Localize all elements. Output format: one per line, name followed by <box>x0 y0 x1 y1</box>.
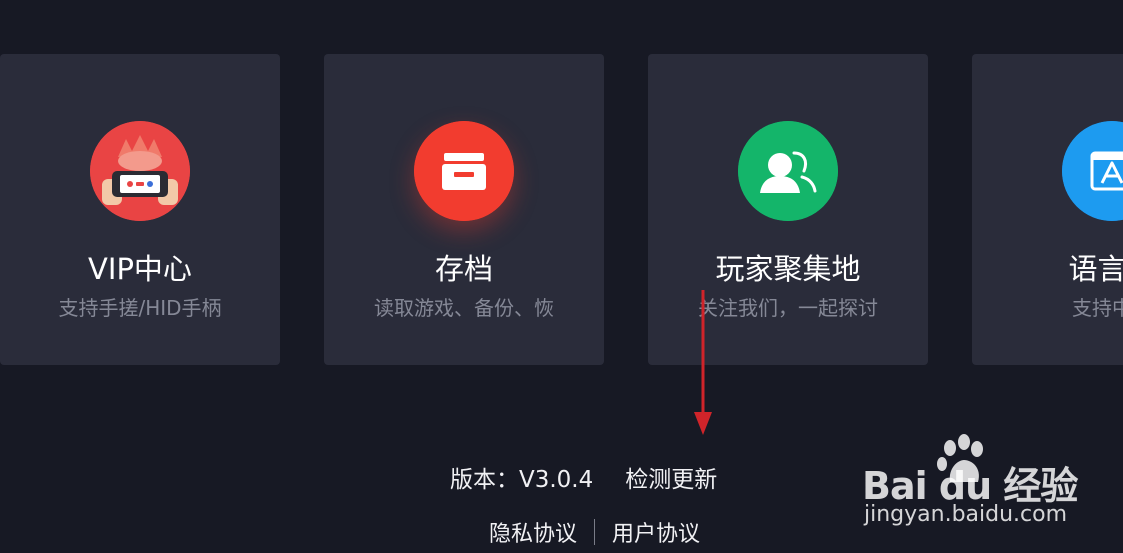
card-vip-center[interactable]: VIP中心 支持手搓/HID手柄 <box>0 54 280 365</box>
version-row: 版本：V3.0.4 检测更新 <box>450 460 717 494</box>
card-subtitle: 支持手搓/HID手柄 <box>58 296 222 320</box>
divider <box>594 519 596 545</box>
privacy-policy-link[interactable]: 隐私协议 <box>489 516 577 548</box>
card-title: 玩家聚集地 <box>715 252 861 286</box>
vip-gamepad-icon <box>90 121 190 221</box>
user-agreement-link[interactable]: 用户协议 <box>612 516 700 548</box>
card-subtitle: 读取游戏、备份、恢 <box>374 296 554 320</box>
baidu-jingyan-watermark: Bai du 经验 jingyan.baidu.com <box>862 432 1078 532</box>
users-icon <box>738 121 838 221</box>
card-player-community[interactable]: 玩家聚集地 关注我们，一起探讨 <box>648 54 928 365</box>
check-update-button[interactable]: 检测更新 <box>625 467 717 493</box>
language-icon <box>1062 121 1123 221</box>
card-save[interactable]: 存档 读取游戏、备份、恢 <box>324 54 604 365</box>
card-language[interactable]: 语言切 支持中、 <box>972 54 1123 365</box>
card-subtitle: 关注我们，一起探讨 <box>698 296 878 320</box>
legal-links: 隐私协议 用户协议 <box>489 516 700 548</box>
archive-box-icon <box>414 121 514 221</box>
card-title: VIP中心 <box>88 252 192 286</box>
card-title: 存档 <box>434 252 493 286</box>
card-subtitle: 支持中、 <box>1072 296 1123 320</box>
card-title: 语言切 <box>1068 252 1123 286</box>
settings-screen: VIP中心 支持手搓/HID手柄 存档 读取游戏、备份、恢 玩家聚集地 关注我们… <box>0 0 1123 553</box>
watermark-url: jingyan.baidu.com <box>864 502 1068 527</box>
version-label: 版本：V3.0.4 <box>450 467 594 493</box>
